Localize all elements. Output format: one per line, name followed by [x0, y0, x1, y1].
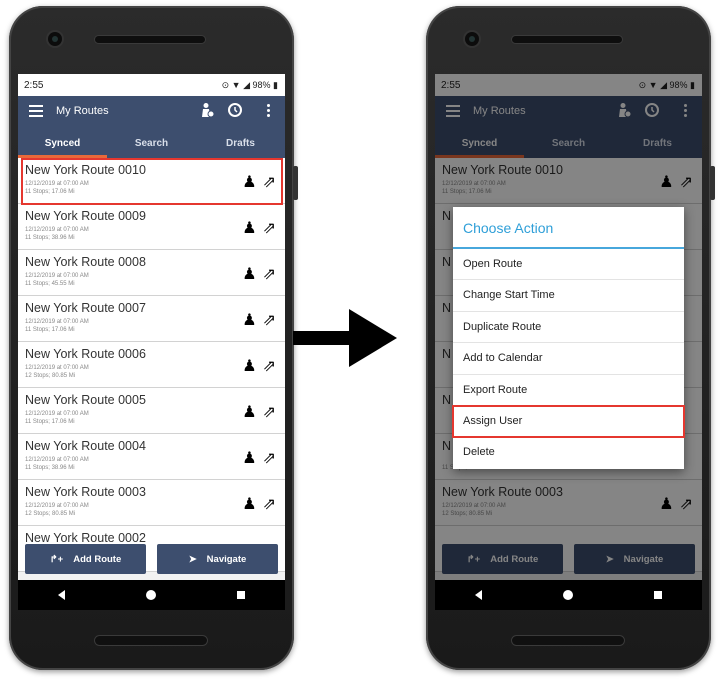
route-item[interactable]: New York Route 0004 12/12/2019 at 07:00 … [18, 434, 285, 480]
more-options-icon[interactable] [267, 104, 271, 118]
assign-user-icon[interactable]: ♟ [242, 402, 256, 422]
route-stats: 12 Stops; 80.85 Mi [25, 373, 76, 379]
share-icon[interactable]: ⇗ [263, 310, 276, 330]
route-title: New York Route 0004 [25, 439, 146, 453]
earpiece [512, 36, 622, 43]
menu-item-open-route[interactable]: Open Route [453, 249, 684, 281]
route-stats: 11 Stops; 38.96 Mi [25, 235, 75, 241]
speaker-grill [512, 636, 624, 645]
assign-driver-icon[interactable] [199, 102, 215, 118]
signal-icon: ◢ [243, 79, 250, 90]
front-camera [48, 32, 62, 46]
share-icon[interactable]: ⇗ [263, 264, 276, 284]
speaker-grill [95, 636, 207, 645]
menu-item-change-start-time[interactable]: Change Start Time [453, 280, 684, 312]
selection-highlight [21, 158, 283, 205]
page-title: My Routes [56, 105, 109, 117]
status-time: 2:55 [24, 79, 44, 91]
back-icon[interactable] [475, 590, 483, 600]
tab-bar: Synced Search Drafts [18, 134, 285, 158]
route-title: New York Route 0005 [25, 393, 146, 407]
route-stats: 11 Stops; 17.06 Mi [25, 419, 75, 425]
add-route-button[interactable]: ↱+ Add Route [25, 544, 146, 574]
tab-synced[interactable]: Synced [18, 134, 107, 158]
menu-item-delete[interactable]: Delete [453, 437, 684, 468]
front-camera [465, 32, 479, 46]
status-bar: 2:55 ⊙ ▼ ◢ 98% ▮ [18, 74, 285, 96]
route-item[interactable]: New York Route 0009 12/12/2019 at 07:00 … [18, 204, 285, 250]
route-date: 12/12/2019 at 07:00 AM [25, 411, 89, 417]
recents-icon[interactable] [236, 591, 245, 599]
route-title: New York Route 0007 [25, 301, 146, 315]
menu-item-duplicate-route[interactable]: Duplicate Route [453, 312, 684, 344]
route-title: New York Route 0003 [25, 485, 146, 499]
dialog-title: Choose Action [453, 207, 684, 249]
add-route-icon: ↱+ [49, 553, 64, 565]
route-date: 12/12/2019 at 07:00 AM [25, 457, 89, 463]
tab-drafts[interactable]: Drafts [196, 134, 285, 158]
sync-icon[interactable] [227, 102, 243, 118]
share-icon[interactable]: ⇗ [263, 448, 276, 468]
route-list: New York Route 0010 12/12/2019 at 07:00 … [18, 158, 285, 572]
location-icon: ⊙ [221, 79, 230, 90]
route-item[interactable]: New York Route 0006 12/12/2019 at 07:00 … [18, 342, 285, 388]
route-stats: 11 Stops; 17.06 Mi [25, 327, 75, 333]
menu-item-add-to-calendar[interactable]: Add to Calendar [453, 343, 684, 375]
route-stats: 12 Stops; 80.85 Mi [25, 511, 76, 517]
battery-level: 98% [252, 79, 271, 90]
assign-user-icon[interactable]: ♟ [242, 264, 256, 284]
system-nav-bar [435, 580, 702, 610]
navigate-button[interactable]: ➤ Navigate [157, 544, 278, 574]
route-date: 12/12/2019 at 07:00 AM [25, 319, 89, 325]
assign-user-icon[interactable]: ♟ [242, 356, 256, 376]
menu-icon[interactable] [29, 105, 43, 117]
route-date: 12/12/2019 at 07:00 AM [25, 273, 89, 279]
route-item[interactable]: New York Route 0003 12/12/2019 at 07:00 … [18, 480, 285, 526]
wifi-icon: ▼ [231, 79, 241, 90]
tab-search[interactable]: Search [107, 134, 196, 158]
route-title: New York Route 0009 [25, 209, 146, 223]
menu-item-assign-user[interactable]: Assign User [452, 404, 685, 439]
screen-right: 2:55 ⊙ ▼ ◢ 98% ▮ My Routes Synced Search [435, 74, 702, 610]
route-title: New York Route 0002 [25, 531, 146, 545]
transition-arrow [293, 309, 397, 367]
share-icon[interactable]: ⇗ [263, 402, 276, 422]
share-icon[interactable]: ⇗ [263, 218, 276, 238]
volume-button [293, 166, 298, 200]
route-date: 12/12/2019 at 07:00 AM [25, 227, 89, 233]
assign-user-icon[interactable]: ♟ [242, 310, 256, 330]
route-stats: 11 Stops; 45.55 Mi [25, 281, 75, 287]
earpiece [95, 36, 205, 43]
route-title: New York Route 0006 [25, 347, 146, 361]
home-icon[interactable] [562, 590, 573, 600]
route-stats: 11 Stops; 38.96 Mi [25, 465, 75, 471]
assign-user-icon[interactable]: ♟ [242, 494, 256, 514]
screen-left: 2:55 ⊙ ▼ ◢ 98% ▮ My Routes Synced Search [18, 74, 285, 610]
choose-action-dialog: Choose Action Open Route Change Start Ti… [452, 207, 685, 469]
assign-user-icon[interactable]: ♟ [242, 448, 256, 468]
back-icon[interactable] [58, 590, 66, 600]
app-bar: My Routes Synced Search Drafts [18, 96, 285, 158]
assign-user-icon[interactable]: ♟ [242, 218, 256, 238]
route-item[interactable]: New York Route 0008 12/12/2019 at 07:00 … [18, 250, 285, 296]
battery-icon: ▮ [273, 79, 278, 90]
recents-icon[interactable] [653, 591, 662, 599]
menu-item-export-route[interactable]: Export Route [453, 375, 684, 406]
route-title: New York Route 0008 [25, 255, 146, 269]
home-icon[interactable] [145, 590, 156, 600]
route-date: 12/12/2019 at 07:00 AM [25, 503, 89, 509]
system-nav-bar [18, 580, 285, 610]
route-item[interactable]: New York Route 0007 12/12/2019 at 07:00 … [18, 296, 285, 342]
route-item[interactable]: New York Route 0005 12/12/2019 at 07:00 … [18, 388, 285, 434]
share-icon[interactable]: ⇗ [263, 356, 276, 376]
share-icon[interactable]: ⇗ [263, 494, 276, 514]
phone-left: 2:55 ⊙ ▼ ◢ 98% ▮ My Routes Synced Search [9, 6, 298, 670]
phone-right: 2:55 ⊙ ▼ ◢ 98% ▮ My Routes Synced Search [426, 6, 715, 670]
volume-button [710, 166, 715, 200]
navigate-icon: ➤ [188, 553, 197, 565]
route-date: 12/12/2019 at 07:00 AM [25, 365, 89, 371]
